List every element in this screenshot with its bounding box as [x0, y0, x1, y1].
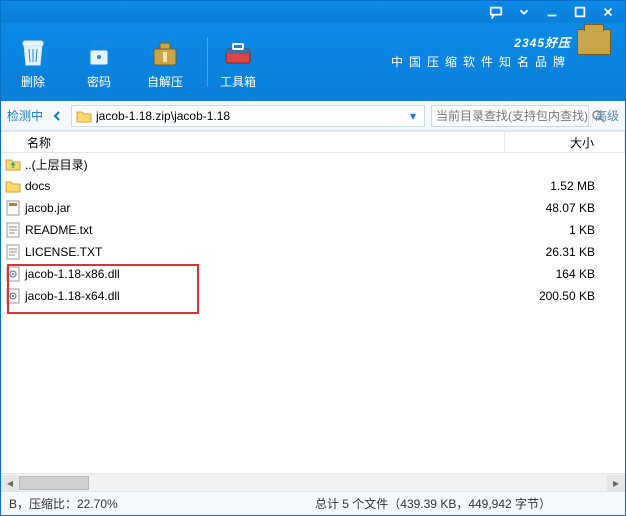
brand-area: 2345好压 中国压缩软件知名品牌 [391, 29, 611, 70]
col-size[interactable]: 大小 [505, 132, 625, 152]
file-size: 200.50 KB [505, 289, 625, 303]
titlebar [1, 1, 625, 23]
file-size: 48.07 KB [505, 201, 625, 215]
brand-name: 2345好压 [514, 34, 571, 51]
dropdown-button[interactable] [511, 3, 537, 21]
file-list: ..(上层目录)docs1.52 MBjacob.jar48.07 KBREAD… [1, 153, 625, 473]
toolbar: 删除 密码 自解压 工具箱 2345好压 中国压缩软件知名品牌 [1, 23, 625, 101]
maximize-button[interactable] [567, 3, 593, 21]
selfextract-label: 自解压 [147, 73, 183, 90]
file-row[interactable]: LICENSE.TXT26.31 KB [1, 241, 625, 263]
dll-icon [5, 266, 21, 282]
file-name: jacob-1.18-x64.dll [25, 289, 505, 303]
file-size: 1 KB [505, 223, 625, 237]
file-row[interactable]: jacob-1.18-x86.dll164 KB [1, 263, 625, 285]
dll-icon [5, 288, 21, 304]
file-name: ..(上层目录) [25, 156, 505, 173]
scroll-track[interactable] [19, 475, 607, 491]
file-name: README.txt [25, 223, 505, 237]
minimize-button[interactable] [539, 3, 565, 21]
brand-slogan: 中国压缩软件知名品牌 [391, 53, 571, 70]
scroll-right-button[interactable]: ▸ [607, 475, 625, 491]
txt-icon [5, 222, 21, 238]
scroll-thumb[interactable] [19, 476, 89, 490]
path-dropdown-icon[interactable]: ▾ [406, 109, 420, 123]
delete-label: 删除 [21, 73, 45, 90]
file-name: docs [25, 179, 505, 193]
password-button[interactable]: 密码 [75, 35, 123, 90]
selfextract-icon [148, 35, 182, 69]
pathbar: 检测中 jacob-1.18.zip\jacob-1.18 ▾ 高级 [1, 101, 625, 131]
file-size: 26.31 KB [505, 245, 625, 259]
statusbar: B，压缩比：22.70% 总计 5 个文件（439.39 KB，449,942 … [1, 491, 625, 515]
selfextract-button[interactable]: 自解压 [141, 35, 189, 90]
path-input[interactable]: jacob-1.18.zip\jacob-1.18 ▾ [71, 105, 425, 127]
column-header: 名称 大小 [1, 131, 625, 153]
folder-icon [5, 178, 21, 194]
delete-button[interactable]: 删除 [9, 35, 57, 90]
file-row[interactable]: jacob.jar48.07 KB [1, 197, 625, 219]
h-scrollbar[interactable]: ◂ ▸ [1, 473, 625, 491]
search-box[interactable] [431, 105, 589, 127]
file-row[interactable]: jacob-1.18-x64.dll200.50 KB [1, 285, 625, 307]
folder-icon [76, 109, 92, 123]
brand-box-icon [577, 29, 611, 55]
status-left: B，压缩比：22.70% [9, 495, 249, 512]
file-name: jacob.jar [25, 201, 505, 215]
close-button[interactable] [595, 3, 621, 21]
nav-back-button[interactable] [49, 108, 65, 124]
toolbox-icon [221, 35, 255, 69]
trash-icon [16, 35, 50, 69]
txt-icon [5, 244, 21, 260]
feedback-button[interactable] [483, 3, 509, 21]
path-text: jacob-1.18.zip\jacob-1.18 [96, 109, 402, 123]
file-row[interactable]: docs1.52 MB [1, 175, 625, 197]
scan-status: 检测中 [7, 107, 43, 124]
jar-icon [5, 200, 21, 216]
col-name[interactable]: 名称 [1, 132, 505, 152]
up-icon [5, 156, 21, 172]
file-row[interactable]: ..(上层目录) [1, 153, 625, 175]
file-name: LICENSE.TXT [25, 245, 505, 259]
lock-icon [82, 35, 116, 69]
advanced-link[interactable]: 高级 [595, 107, 619, 124]
file-size: 164 KB [505, 267, 625, 281]
status-mid: 总计 5 个文件（439.39 KB，449,942 字节） [249, 495, 617, 512]
file-name: jacob-1.18-x86.dll [25, 267, 505, 281]
file-size: 1.52 MB [505, 179, 625, 193]
scroll-left-button[interactable]: ◂ [1, 475, 19, 491]
toolbox-button[interactable]: 工具箱 [214, 35, 262, 90]
file-row[interactable]: README.txt1 KB [1, 219, 625, 241]
search-input[interactable] [436, 109, 591, 123]
toolbox-label: 工具箱 [220, 73, 256, 90]
toolbar-separator [207, 37, 208, 87]
password-label: 密码 [87, 73, 111, 90]
